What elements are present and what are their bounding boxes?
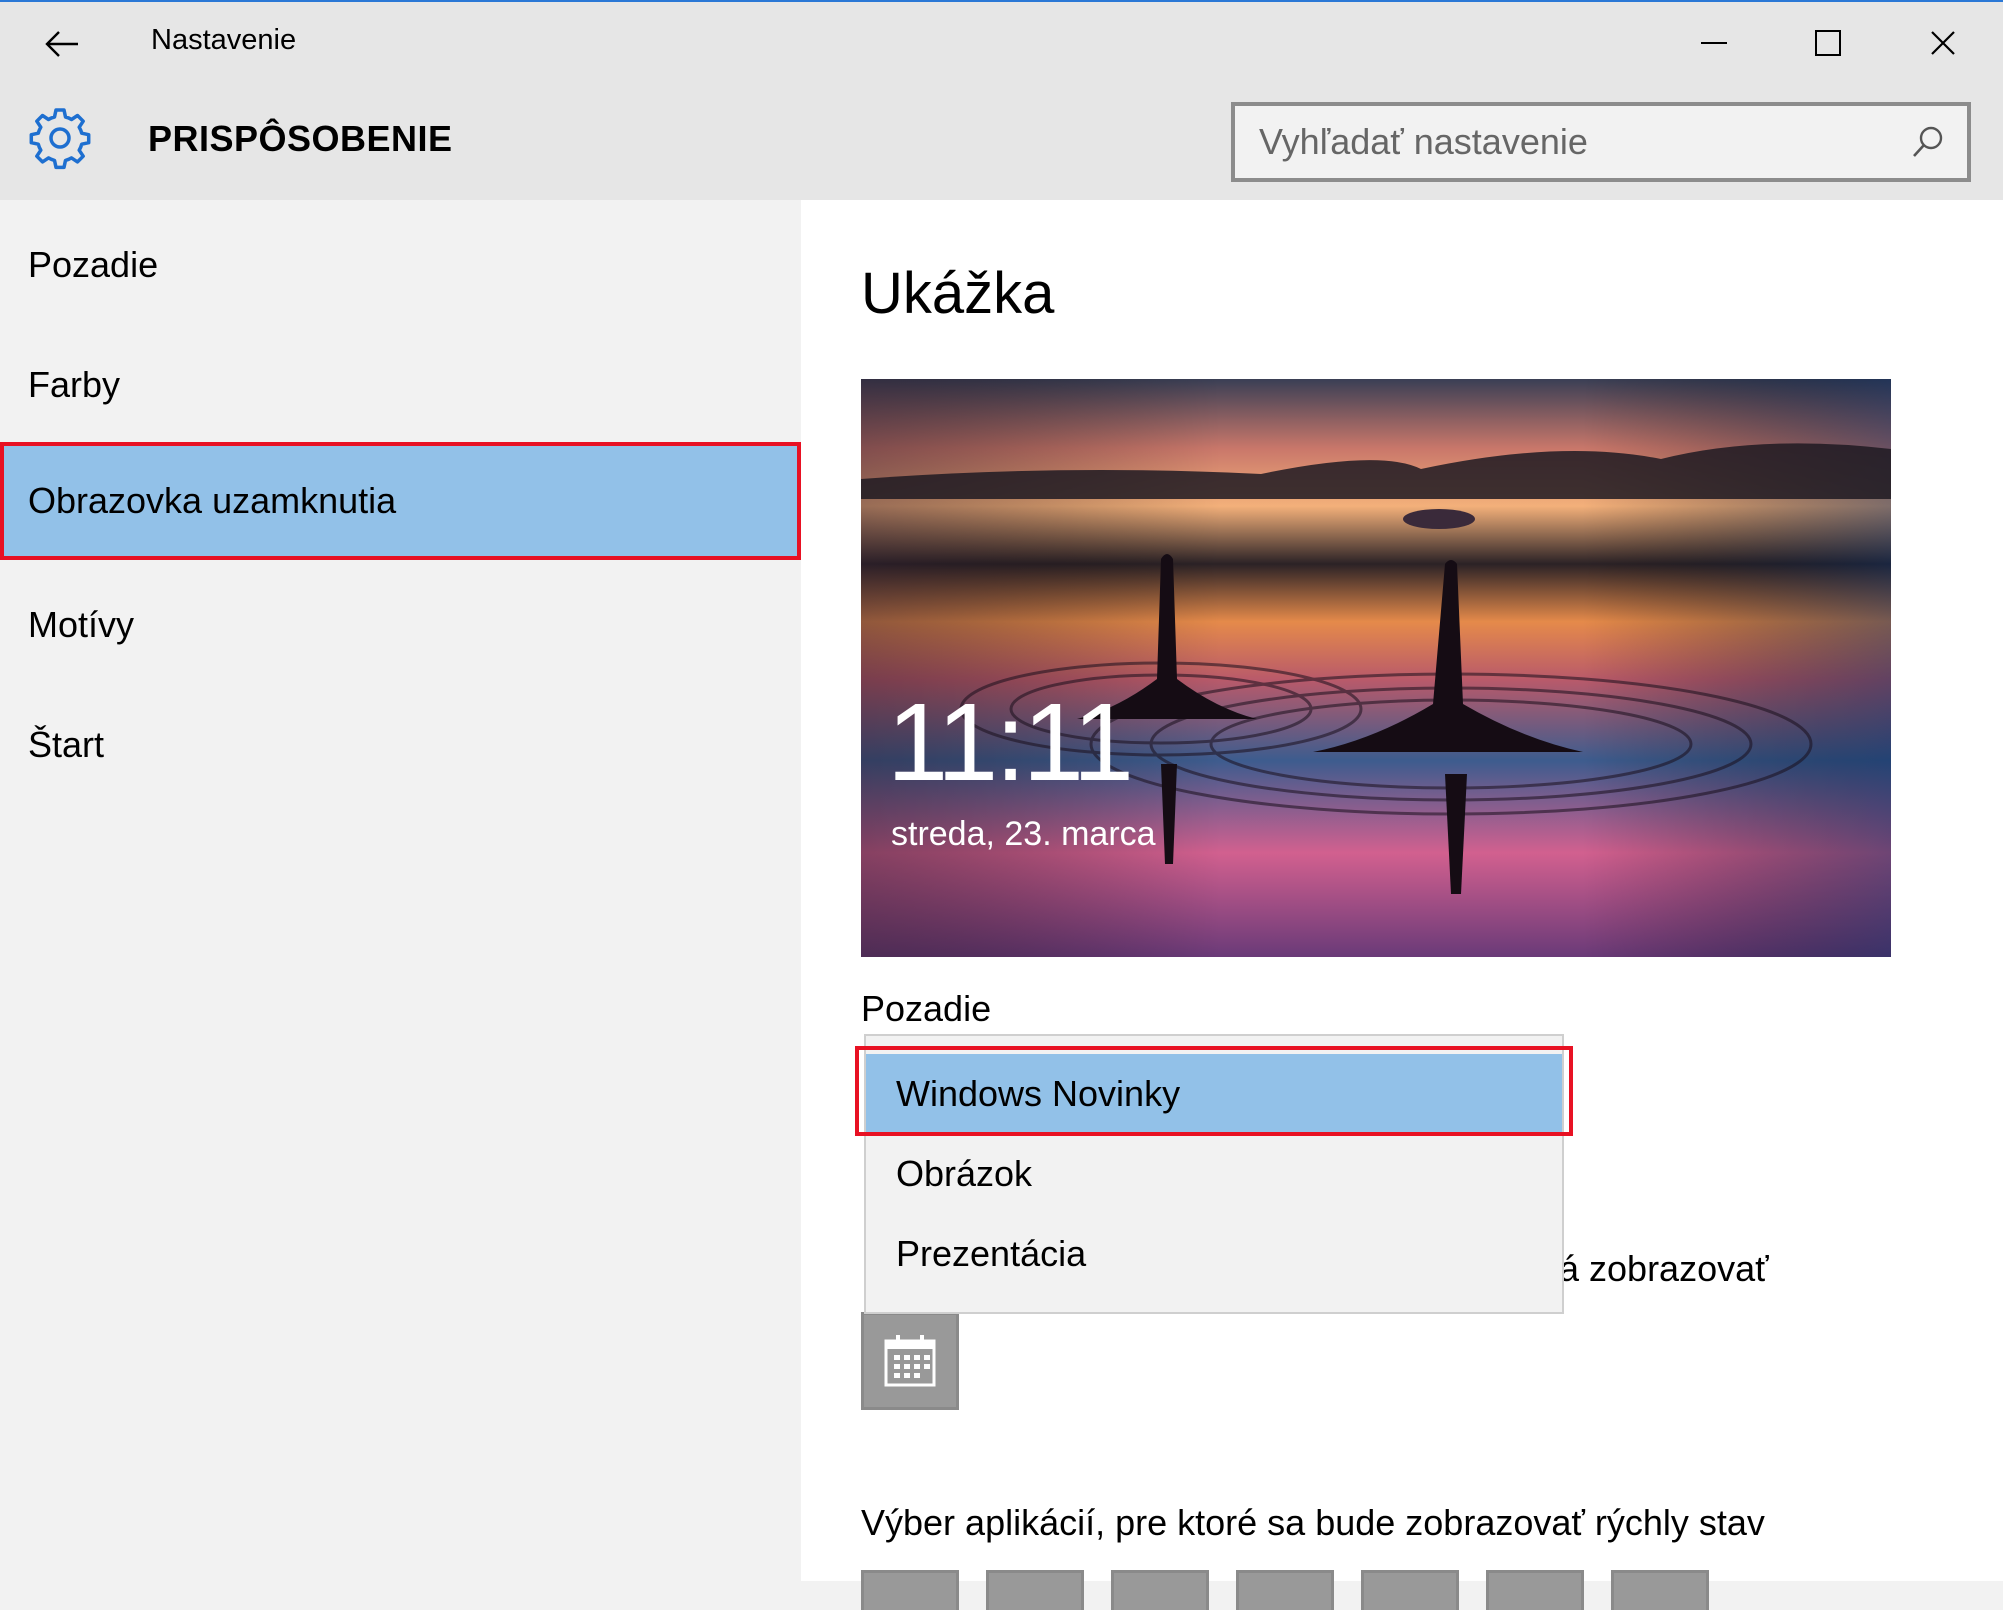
page-header: PRISPÔSOBENIE	[0, 82, 2003, 200]
maximize-button[interactable]	[1788, 12, 1868, 74]
sidebar-item-start[interactable]: Štart	[0, 686, 801, 804]
lock-screen-time: 11:11	[887, 681, 1134, 804]
quick-status-app-slot[interactable]	[1111, 1570, 1209, 1610]
main-content: Ukážka 11:11 streda, 23. marca Pozadie á…	[801, 200, 2003, 1610]
sidebar-item-label: Motívy	[28, 604, 135, 645]
minimize-icon	[1701, 42, 1727, 44]
dropdown-option-prezentacia[interactable]: Prezentácia	[866, 1214, 1562, 1294]
search-box[interactable]	[1231, 102, 1971, 182]
quick-status-app-slot[interactable]	[861, 1570, 959, 1610]
search-icon	[1913, 126, 1943, 157]
quick-status-label: Výber aplikácií, pre ktoré sa bude zobra…	[861, 1502, 1765, 1543]
background-dropdown-list: Windows Novinky Obrázok Prezentácia	[864, 1034, 1564, 1314]
sidebar-item-label: Obrazovka uzamknutia	[28, 480, 397, 521]
preview-heading: Ukážka	[861, 261, 1055, 326]
lock-screen-date: streda, 23. marca	[891, 815, 1156, 853]
sidebar-item-label: Pozadie	[28, 244, 159, 285]
back-arrow-icon	[45, 31, 78, 57]
section-title: PRISPÔSOBENIE	[148, 118, 453, 159]
quick-status-app-slot[interactable]	[986, 1570, 1084, 1610]
close-icon	[1931, 31, 1955, 55]
search-input[interactable]	[1235, 105, 1903, 179]
quick-status-app-slot[interactable]	[1486, 1570, 1584, 1610]
lock-screen-preview: 11:11 streda, 23. marca	[861, 379, 1891, 957]
sidebar-item-pozadie[interactable]: Pozadie	[0, 206, 801, 324]
minimize-button[interactable]	[1674, 12, 1754, 74]
background-label: Pozadie	[861, 988, 992, 1029]
maximize-icon	[1815, 30, 1841, 56]
preview-image	[861, 379, 1891, 957]
sidebar-item-label: Štart	[28, 724, 105, 765]
sidebar-item-motivy[interactable]: Motívy	[0, 566, 801, 684]
dropdown-option-windows-novinky[interactable]: Windows Novinky	[866, 1054, 1562, 1134]
calendar-icon	[884, 1335, 936, 1387]
sidebar-item-farby[interactable]: Farby	[0, 326, 801, 444]
back-button[interactable]	[34, 16, 90, 72]
calendar-tile[interactable]	[861, 1312, 959, 1410]
sidebar: Pozadie Farby Obrazovka uzamknutia Motív…	[0, 200, 801, 1581]
dropdown-option-label: Prezentácia	[896, 1233, 1087, 1274]
search-button[interactable]	[1903, 117, 1953, 167]
dropdown-option-obrazok[interactable]: Obrázok	[866, 1134, 1562, 1214]
app-title: Nastavenie	[151, 24, 297, 56]
gear-icon	[29, 108, 91, 170]
sidebar-item-obrazovka-uzamknutia[interactable]: Obrazovka uzamknutia	[0, 442, 801, 560]
sidebar-item-label: Farby	[28, 364, 121, 405]
close-button[interactable]	[1903, 12, 1983, 74]
quick-status-app-slot[interactable]	[1361, 1570, 1459, 1610]
dropdown-option-label: Windows Novinky	[896, 1073, 1181, 1114]
quick-status-app-slot[interactable]	[1611, 1570, 1709, 1610]
dropdown-option-label: Obrázok	[896, 1153, 1033, 1194]
quick-status-app-slot[interactable]	[1236, 1570, 1334, 1610]
partial-text: á zobrazovať	[1559, 1248, 1769, 1289]
title-bar: Nastavenie	[0, 0, 2003, 82]
